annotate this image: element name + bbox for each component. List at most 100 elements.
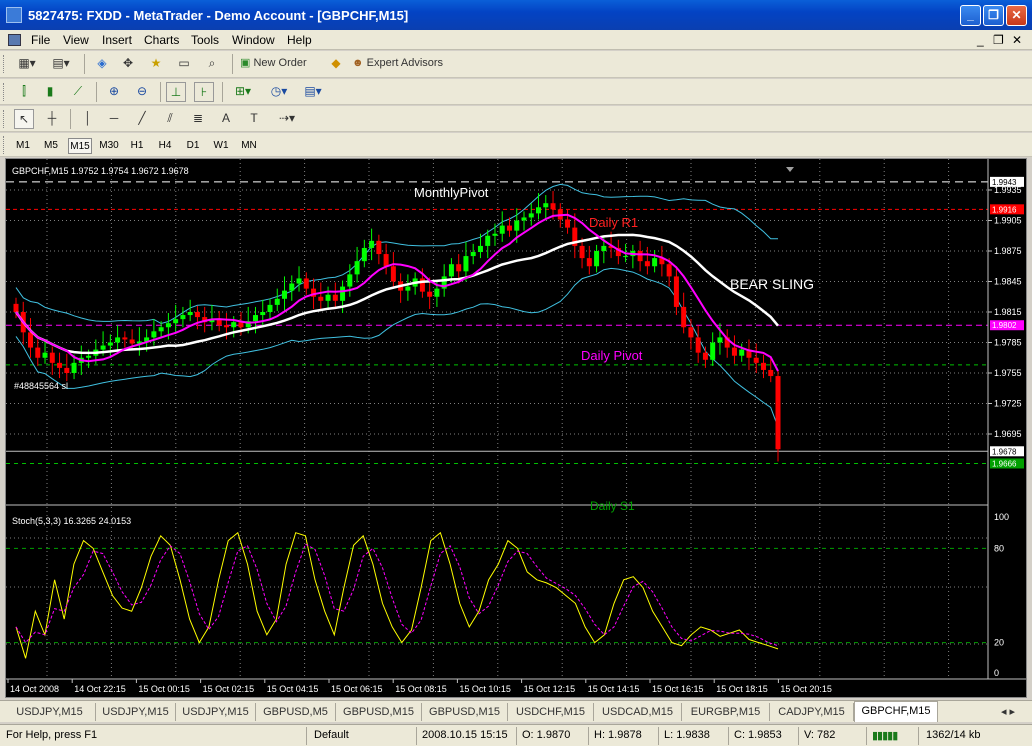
chart-tab[interactable]: USDJPY,M15 bbox=[176, 703, 256, 721]
new-chart-icon[interactable]: ▦▾ bbox=[12, 54, 42, 74]
periods-icon[interactable]: ◷▾ bbox=[264, 82, 294, 102]
text-label-icon[interactable]: T bbox=[244, 109, 264, 129]
title-bar: 5827475: FXDD - MetaTrader - Demo Accoun… bbox=[0, 0, 1032, 30]
bar-chart-icon[interactable]: ⫿ bbox=[14, 82, 34, 102]
price-tick-label: 1.9755 bbox=[994, 368, 1022, 378]
timeframe-h4[interactable]: H4 bbox=[154, 138, 176, 154]
navigator-icon[interactable]: ✥ bbox=[118, 54, 138, 74]
candle-body bbox=[274, 298, 280, 305]
auto-scroll-icon[interactable]: ⊥ bbox=[166, 82, 186, 102]
toolbar-grip[interactable] bbox=[3, 110, 6, 128]
price-box-label: 1.9943 bbox=[992, 178, 1017, 187]
chart-tab[interactable]: GBPUSD,M15 bbox=[336, 703, 422, 721]
menu-view[interactable]: View bbox=[63, 33, 89, 47]
fibonacci-icon[interactable]: ≣ bbox=[188, 109, 208, 129]
timeframe-m30[interactable]: M30 bbox=[96, 138, 122, 154]
maximize-button[interactable]: ❐ bbox=[983, 5, 1004, 26]
chart-tab[interactable]: USDCHF,M15 bbox=[508, 703, 594, 721]
timeframe-w1[interactable]: W1 bbox=[210, 138, 232, 154]
line-chart-icon[interactable]: ⟋ bbox=[68, 82, 88, 102]
chart-tab[interactable]: GBPUSD,M15 bbox=[422, 703, 508, 721]
templates-icon[interactable]: ▤▾ bbox=[298, 82, 328, 102]
expert-advisors-button[interactable]: ☻ Expert Advisors bbox=[352, 54, 456, 74]
stoch-main-line bbox=[15, 531, 779, 659]
menu-help[interactable]: Help bbox=[287, 33, 312, 47]
status-datetime: 2008.10.15 15:15 bbox=[422, 729, 508, 741]
chart-tab[interactable]: CADJPY,M15 bbox=[770, 703, 854, 721]
indicators-icon[interactable]: ⊞▾ bbox=[228, 82, 258, 102]
timeframe-mn[interactable]: MN bbox=[238, 138, 260, 154]
timeframe-h1[interactable]: H1 bbox=[126, 138, 148, 154]
horizontal-line-icon[interactable]: ─ bbox=[104, 109, 124, 129]
menu-tools[interactable]: Tools bbox=[191, 33, 219, 47]
terminal-icon[interactable]: ▭ bbox=[174, 54, 194, 74]
price-tick-label: 1.9875 bbox=[994, 246, 1022, 256]
profiles-icon[interactable]: ▤▾ bbox=[46, 54, 76, 74]
chart-shift-icon[interactable]: ⊦ bbox=[194, 82, 214, 102]
candle-body bbox=[448, 264, 454, 277]
menu-bar: File View Insert Charts Tools Window Hel… bbox=[0, 30, 1032, 50]
price-chart[interactable]: GBPCHF,M15 1.9752 1.9754 1.9672 1.9678 S… bbox=[6, 159, 1026, 697]
menu-charts[interactable]: Charts bbox=[144, 33, 179, 47]
daily-pivot-label: Daily Pivot bbox=[581, 348, 643, 363]
expert-advisors-icon: ☻ bbox=[352, 57, 367, 69]
candle-body bbox=[739, 349, 745, 356]
candle-body bbox=[543, 203, 549, 208]
timeframe-m5[interactable]: M5 bbox=[40, 138, 62, 154]
menu-insert[interactable]: Insert bbox=[102, 33, 132, 47]
chart-window[interactable]: GBPCHF,M15 1.9752 1.9754 1.9672 1.9678 S… bbox=[5, 158, 1027, 698]
price-box-label: 1.9916 bbox=[992, 205, 1017, 214]
line-studies-toolbar: ↖ ┼ │ ─ ╱ ⫽ ≣ A T ⇢▾ bbox=[0, 106, 1032, 132]
chart-tab[interactable]: GBPUSD,M5 bbox=[256, 703, 336, 721]
timeframe-m1[interactable]: M1 bbox=[12, 138, 34, 154]
mdi-minimize-button[interactable]: _ bbox=[977, 33, 984, 47]
arrows-icon[interactable]: ⇢▾ bbox=[272, 109, 302, 129]
document-icon[interactable] bbox=[8, 34, 21, 46]
candle-body bbox=[586, 258, 592, 267]
candlestick-icon[interactable]: ▮ bbox=[40, 82, 60, 102]
zoom-out-icon[interactable]: ⊖ bbox=[132, 82, 152, 102]
autotrading-icon[interactable]: ◆ bbox=[326, 54, 346, 74]
candle-body bbox=[702, 352, 708, 360]
price-tick-label: 1.9845 bbox=[994, 277, 1022, 287]
vertical-line-icon[interactable]: │ bbox=[78, 109, 98, 129]
trendline-icon[interactable]: ╱ bbox=[132, 109, 152, 129]
price-tick-label: 1.9695 bbox=[994, 429, 1022, 439]
market-watch-icon[interactable]: ◈ bbox=[92, 54, 112, 74]
text-icon[interactable]: A bbox=[216, 109, 236, 129]
toolbar-grip[interactable] bbox=[3, 83, 6, 101]
candle-body bbox=[57, 362, 63, 368]
timeframe-m15[interactable]: M15 bbox=[68, 138, 92, 154]
candle-body bbox=[260, 312, 266, 316]
candle-body bbox=[695, 337, 701, 353]
chart-tab[interactable]: EURGBP,M15 bbox=[682, 703, 770, 721]
stoch-tick-label: 20 bbox=[994, 638, 1004, 648]
chart-tab[interactable]: USDCAD,M15 bbox=[594, 703, 682, 721]
chart-shift-marker[interactable] bbox=[786, 167, 794, 172]
app-icon bbox=[6, 7, 22, 23]
equidistant-channel-icon[interactable]: ⫽ bbox=[160, 109, 180, 129]
level-lines bbox=[6, 181, 988, 464]
mdi-close-button[interactable]: ✕ bbox=[1012, 33, 1022, 47]
status-volume: V: 782 bbox=[804, 729, 836, 741]
tab-scroll-arrows[interactable]: ◂ ▸ bbox=[990, 703, 1026, 721]
cursor-icon[interactable]: ↖ bbox=[14, 109, 34, 129]
strategy-tester-icon[interactable]: ⌕ bbox=[202, 54, 222, 74]
close-button[interactable]: ✕ bbox=[1006, 5, 1027, 26]
minimize-button[interactable]: _ bbox=[960, 5, 981, 26]
crosshair-icon[interactable]: ┼ bbox=[42, 109, 62, 129]
chart-tab[interactable]: GBPCHF,M15 bbox=[854, 701, 938, 722]
zoom-in-icon[interactable]: ⊕ bbox=[104, 82, 124, 102]
timeframe-d1[interactable]: D1 bbox=[182, 138, 204, 154]
candle-body bbox=[122, 337, 128, 340]
new-order-button[interactable]: ▣ New Order bbox=[240, 54, 320, 74]
menu-file[interactable]: File bbox=[31, 33, 50, 47]
favorites-icon[interactable]: ★ bbox=[146, 54, 166, 74]
menu-window[interactable]: Window bbox=[232, 33, 275, 47]
chart-tab[interactable]: USDJPY,M15 bbox=[96, 703, 176, 721]
mdi-restore-button[interactable]: ❐ bbox=[993, 33, 1004, 47]
toolbar-grip[interactable] bbox=[3, 55, 6, 73]
bollinger-upper bbox=[15, 183, 779, 325]
toolbar-grip[interactable] bbox=[3, 136, 6, 154]
chart-tab[interactable]: USDJPY,M15 bbox=[4, 703, 96, 721]
